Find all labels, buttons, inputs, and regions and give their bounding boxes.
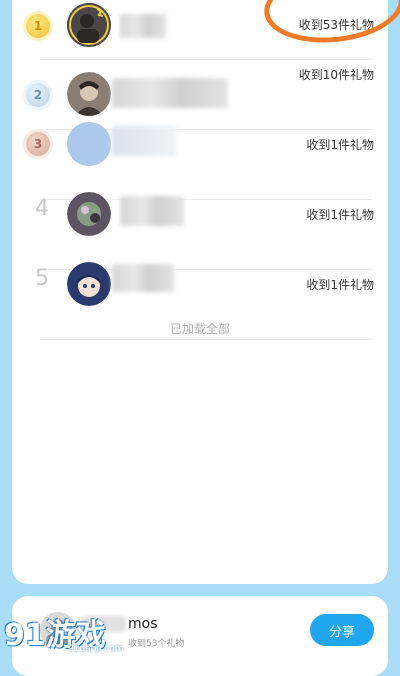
ranking-row[interactable]: 3 收到1件礼物 bbox=[12, 122, 388, 200]
rank-number: 3 bbox=[33, 137, 43, 151]
username-mask bbox=[82, 616, 126, 632]
rank-number: 5 bbox=[35, 266, 49, 291]
my-gift-summary: 收到53个礼物 bbox=[128, 639, 185, 649]
ranking-row[interactable]: 2 收到10件礼物 bbox=[12, 60, 388, 130]
ranking-card: 1 收到53件礼物 2 收到10件礼物 3 收到1件礼物 4 收到1件礼物 5 … bbox=[12, 0, 400, 584]
gift-count: 收到1件礼物 bbox=[306, 208, 374, 222]
my-username: mos bbox=[128, 616, 158, 632]
username-mask bbox=[120, 196, 184, 226]
gift-count: 收到1件礼物 bbox=[306, 278, 374, 292]
avatar-image-icon bbox=[40, 612, 76, 648]
gift-count: 收到10件礼物 bbox=[298, 68, 374, 82]
ranking-row[interactable]: 1 收到53件礼物 bbox=[12, 0, 388, 60]
avatar[interactable] bbox=[40, 612, 76, 648]
username-mask bbox=[112, 264, 174, 292]
my-summary-bar: mos 收到53个礼物 分享 bbox=[12, 596, 388, 676]
username-mask bbox=[112, 78, 228, 108]
avatar[interactable] bbox=[67, 72, 111, 116]
rank-number: 4 bbox=[35, 196, 49, 221]
avatar[interactable] bbox=[67, 122, 111, 166]
avatar-image-icon bbox=[67, 122, 111, 166]
loaded-all-text: 已加载全部 bbox=[169, 322, 230, 336]
avatar[interactable] bbox=[67, 3, 111, 47]
avatar-image-icon bbox=[67, 192, 111, 236]
username-mask bbox=[112, 126, 176, 156]
avatar-image-icon bbox=[67, 72, 111, 116]
rank-medal-silver-icon: 2 bbox=[26, 83, 50, 107]
rank-medal-bronze-icon: 3 bbox=[26, 132, 50, 156]
share-button[interactable]: 分享 bbox=[310, 614, 374, 646]
divider bbox=[40, 339, 372, 340]
username-mask bbox=[120, 14, 166, 38]
avatar[interactable] bbox=[67, 192, 111, 236]
rank-number: 2 bbox=[33, 88, 43, 102]
avatar-image-icon bbox=[67, 262, 111, 306]
rank-number: 1 bbox=[33, 19, 43, 33]
rank-medal-gold-icon: 1 bbox=[26, 14, 50, 38]
gift-count: 收到53件礼物 bbox=[298, 18, 374, 32]
avatar[interactable] bbox=[67, 262, 111, 306]
avatar-image-icon bbox=[67, 3, 111, 47]
ranking-row[interactable]: 4 收到1件礼物 bbox=[12, 192, 388, 270]
gift-count: 收到1件礼物 bbox=[306, 138, 374, 152]
